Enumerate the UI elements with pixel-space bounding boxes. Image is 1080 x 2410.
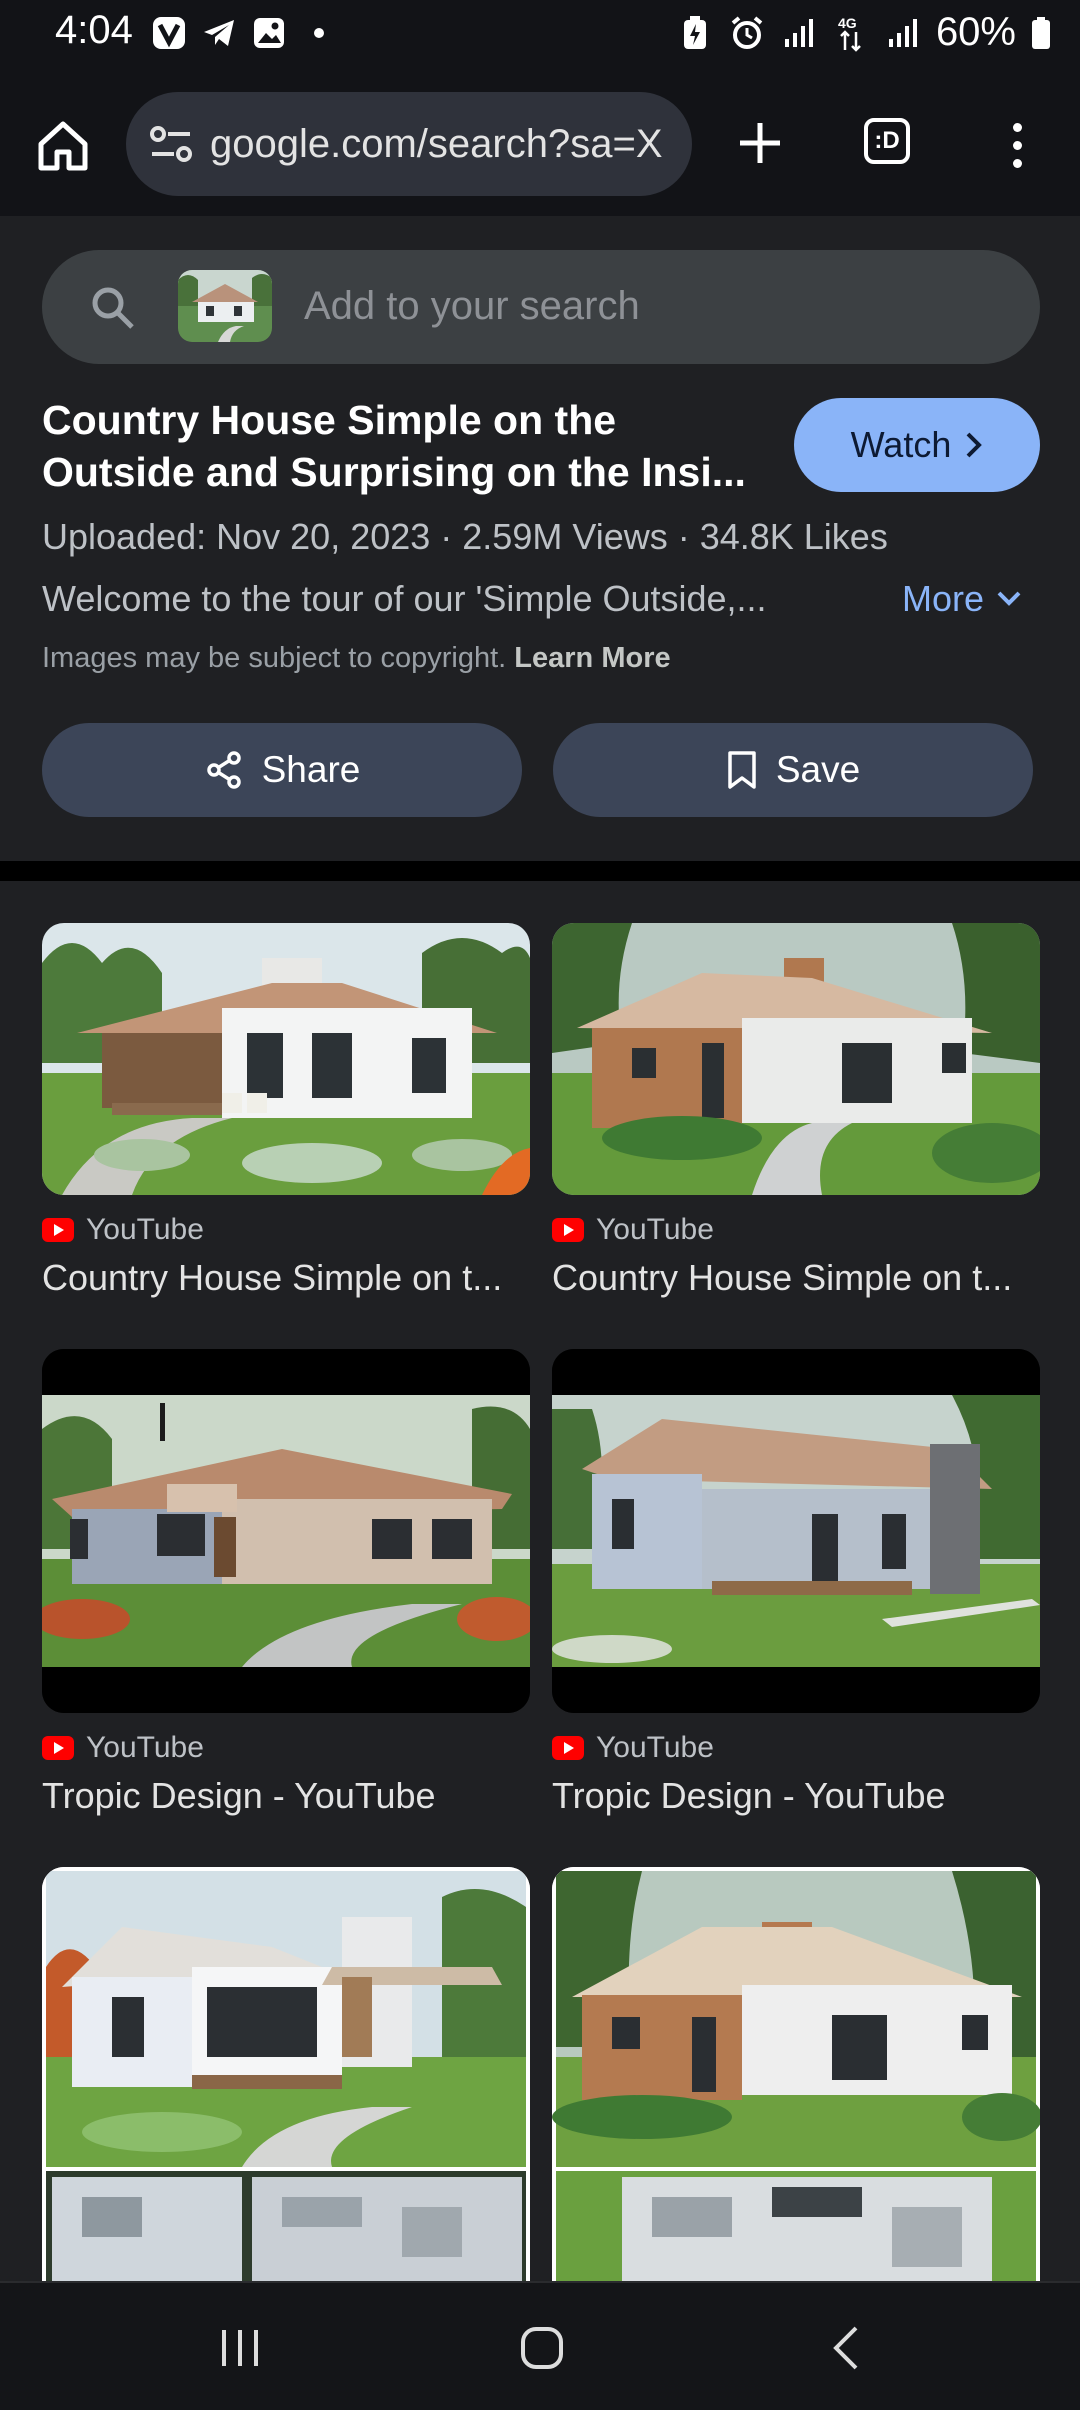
- image-result-card[interactable]: YouTube Tropic Design - YouTube: [552, 1349, 1040, 1817]
- youtube-icon: [552, 1218, 584, 1242]
- image-result-card[interactable]: YouTube Country House Simple on t...: [42, 923, 530, 1299]
- source-label: YouTube: [596, 1731, 714, 1764]
- more-button[interactable]: More: [902, 578, 1022, 620]
- image-result-card[interactable]: [42, 1867, 530, 2281]
- save-label: Save: [775, 749, 861, 790]
- house-thumbnail[interactable]: [552, 1867, 1040, 2281]
- recent-apps-icon: [222, 2330, 258, 2366]
- telegram-icon: [200, 14, 238, 52]
- watch-button[interactable]: Watch: [794, 398, 1040, 492]
- house-thumbnail[interactable]: [42, 923, 530, 1195]
- system-navigation-bar: [0, 2281, 1080, 2410]
- battery-icon: [1030, 14, 1052, 52]
- search-placeholder: Add to your search: [304, 284, 640, 328]
- gallery-icon: [250, 14, 288, 52]
- 4g-icon: 4G: [832, 14, 870, 52]
- share-label: Share: [261, 749, 361, 790]
- result-source: YouTube: [42, 1731, 530, 1765]
- source-label: YouTube: [86, 1731, 204, 1764]
- share-icon: [206, 751, 241, 789]
- watch-label: Watch: [850, 424, 952, 465]
- status-bar: 4:04 4G 60%: [0, 0, 1080, 70]
- result-source: YouTube: [552, 1731, 1040, 1765]
- bookmark-icon: [728, 751, 756, 789]
- home-nav-icon: [521, 2327, 563, 2369]
- youtube-icon: [552, 1736, 584, 1760]
- save-button[interactable]: Save: [553, 723, 1033, 817]
- more-options-icon[interactable]: [1000, 110, 1034, 180]
- result-caption[interactable]: Country House Simple on t...: [552, 1257, 1040, 1299]
- image-detail-panel: Add to your search Country House Simple …: [0, 216, 1080, 861]
- back-icon: [833, 2326, 858, 2370]
- site-settings-icon[interactable]: [148, 122, 194, 166]
- chevron-right-icon: [966, 432, 983, 458]
- house-thumbnail[interactable]: [552, 1349, 1040, 1713]
- share-button[interactable]: Share: [42, 723, 522, 817]
- result-caption[interactable]: Country House Simple on t...: [42, 1257, 530, 1299]
- tab-switcher-button[interactable]: :D: [864, 118, 910, 164]
- signal-icon: [884, 14, 922, 52]
- alarm-icon: [728, 14, 766, 52]
- chevron-down-icon: [997, 591, 1021, 606]
- search-thumbnail[interactable]: [178, 270, 272, 342]
- signal-icon: [780, 14, 818, 52]
- result-source: YouTube: [552, 1213, 1040, 1247]
- result-title[interactable]: Country House Simple on the Outside and …: [42, 394, 762, 498]
- image-result-card[interactable]: YouTube Country House Simple on t...: [552, 923, 1040, 1299]
- copyright-notice: Images may be subject to copyright. Lear…: [42, 642, 671, 675]
- learn-more-link[interactable]: Learn More: [514, 642, 670, 674]
- vibrate-app-icon: [150, 14, 188, 52]
- youtube-icon: [42, 1736, 74, 1760]
- result-source: YouTube: [42, 1213, 530, 1247]
- recent-apps-button[interactable]: [205, 2313, 275, 2383]
- result-caption[interactable]: Tropic Design - YouTube: [552, 1775, 1040, 1817]
- more-label: More: [902, 578, 985, 619]
- video-description: Welcome to the tour of our 'Simple Outsi…: [42, 578, 767, 619]
- source-label: YouTube: [86, 1213, 204, 1246]
- system-icons: 4G 60%: [676, 10, 1052, 55]
- back-button[interactable]: [811, 2313, 881, 2383]
- copyright-text: Images may be subject to copyright.: [42, 642, 507, 674]
- result-caption[interactable]: Tropic Design - YouTube: [42, 1775, 530, 1817]
- plus-icon: [740, 123, 780, 163]
- home-icon: [38, 121, 88, 171]
- notification-icons: [150, 14, 338, 52]
- svg-text:4G: 4G: [838, 15, 857, 31]
- house-thumbnail[interactable]: [42, 1867, 530, 2281]
- source-label: YouTube: [596, 1213, 714, 1246]
- search-icon: [92, 287, 134, 329]
- home-button[interactable]: [28, 111, 98, 181]
- new-tab-button[interactable]: [725, 108, 795, 178]
- battery-level: 60%: [935, 10, 1016, 54]
- section-divider: [0, 861, 1080, 881]
- browser-toolbar: google.com/search?sa=X :D: [0, 70, 1080, 218]
- add-to-search-field[interactable]: Add to your search: [42, 250, 1040, 364]
- status-time: 4:04: [55, 8, 133, 52]
- house-thumbnail[interactable]: [42, 1349, 530, 1713]
- dot-icon: [300, 14, 338, 52]
- url-text[interactable]: google.com/search?sa=X: [210, 122, 663, 167]
- video-meta: Uploaded: Nov 20, 2023 · 2.59M Views · 3…: [42, 516, 888, 557]
- youtube-icon: [42, 1218, 74, 1242]
- home-nav-button[interactable]: [507, 2313, 577, 2383]
- battery-saver-icon: [676, 14, 714, 52]
- image-result-card[interactable]: YouTube Tropic Design - YouTube: [42, 1349, 530, 1817]
- related-images-grid: YouTube Country House Simple on t... You…: [0, 881, 1080, 2281]
- address-bar[interactable]: google.com/search?sa=X: [126, 92, 692, 196]
- image-result-card[interactable]: [552, 1867, 1040, 2281]
- house-thumbnail[interactable]: [552, 923, 1040, 1195]
